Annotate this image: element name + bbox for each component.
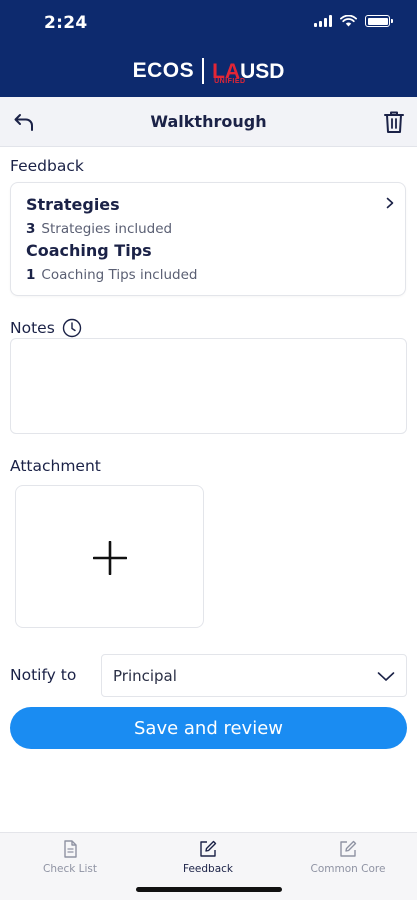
strategies-title: Strategies: [26, 195, 120, 214]
trash-icon[interactable]: [382, 109, 406, 135]
feedback-label: Feedback: [10, 157, 84, 175]
brand-divider: [202, 58, 205, 84]
brand-logo: ECOS LAUSD UNIFIED: [0, 58, 417, 85]
chevron-down-icon: [377, 672, 395, 681]
plus-icon: [93, 541, 127, 575]
home-indicator[interactable]: [136, 887, 282, 892]
attachment-label: Attachment: [10, 457, 101, 475]
chevron-right-icon: [386, 197, 394, 209]
strategies-count: 3: [26, 221, 36, 237]
notes-input[interactable]: [10, 338, 407, 434]
brand-unified: UNIFIED: [214, 77, 246, 85]
tab-check-list[interactable]: Check List: [20, 839, 120, 875]
battery-icon: [365, 15, 393, 27]
tab-feedback-label: Feedback: [182, 863, 233, 875]
strategies-text: Strategies included: [41, 221, 173, 237]
brand-ecos: ECOS: [132, 59, 195, 82]
brand-lausd: LAUSD UNIFIED: [212, 59, 285, 85]
coaching-tips-title: Coaching Tips: [26, 241, 152, 260]
notify-to-select[interactable]: Principal: [101, 654, 407, 697]
document-icon: [64, 840, 77, 858]
tab-check-list-label: Check List: [43, 863, 97, 875]
notify-selected-value: Principal: [113, 667, 177, 685]
edit-icon: [340, 840, 357, 857]
clock-icon[interactable]: [62, 318, 82, 338]
app-header: 2:24 ECOS LAUSD UNIFIED: [0, 0, 417, 97]
feedback-card[interactable]: Strategies 3 Strategies included Coaching…: [10, 182, 406, 296]
wifi-icon: [340, 15, 357, 27]
nav-bar: Walkthrough: [0, 97, 417, 147]
add-attachment-button[interactable]: [15, 485, 204, 628]
notes-label: Notes: [10, 319, 55, 337]
page-title: Walkthrough: [150, 112, 267, 131]
notify-to-label: Notify to: [10, 666, 77, 684]
brand-usd: USD: [240, 59, 285, 83]
status-time: 2:24: [44, 13, 88, 33]
edit-icon: [200, 840, 217, 857]
tab-common-core-label: Common Core: [310, 863, 386, 875]
strategies-summary: 3 Strategies included: [26, 221, 172, 237]
cellular-signal-icon: [314, 15, 332, 27]
coaching-tips-count: 1: [26, 267, 36, 283]
coaching-tips-text: Coaching Tips included: [41, 267, 198, 283]
status-icons: [314, 15, 393, 27]
tab-feedback[interactable]: Feedback: [158, 839, 258, 875]
tab-common-core[interactable]: Common Core: [298, 839, 398, 875]
coaching-tips-summary: 1 Coaching Tips included: [26, 267, 197, 283]
save-and-review-button[interactable]: Save and review: [10, 707, 407, 749]
